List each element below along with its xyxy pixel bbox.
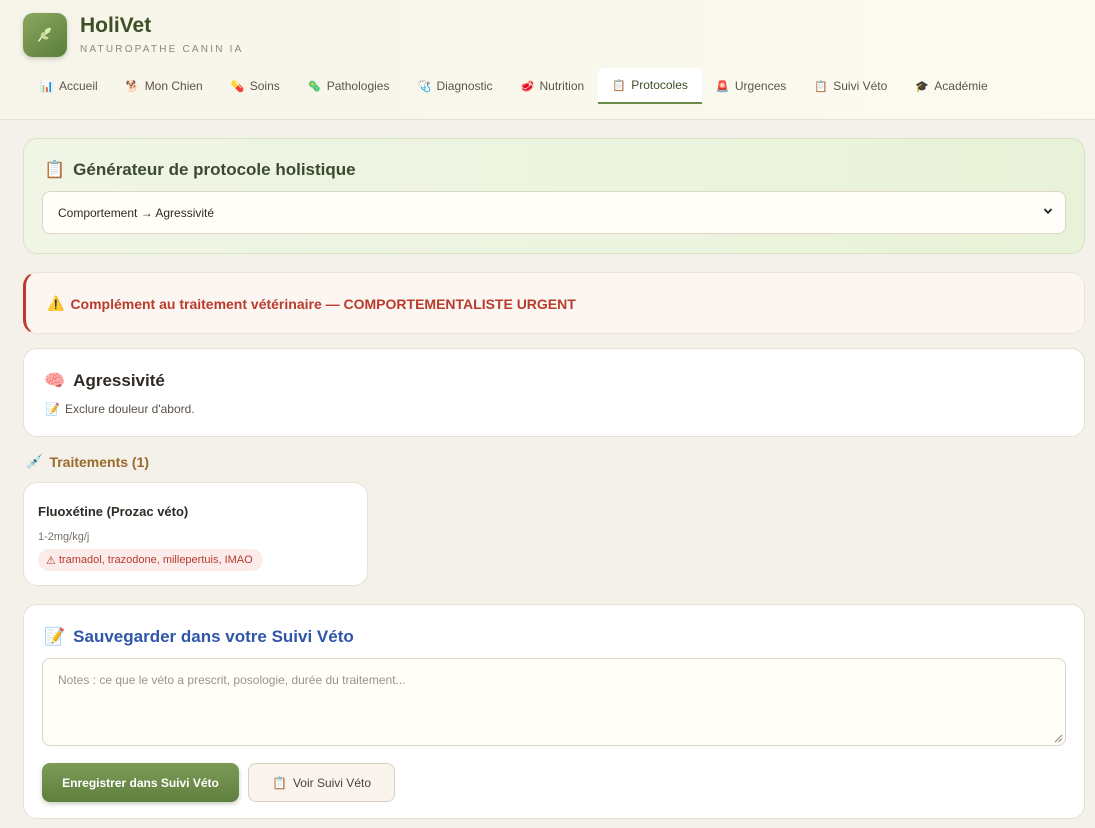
main-nav: 📊 Accueil 🐕 Mon Chien 💊 Soins 🦠 Patholog… xyxy=(26,68,1002,104)
save-suivi-card: 📝 Sauvegarder dans votre Suivi Véto Note… xyxy=(23,604,1085,819)
leaf-icon xyxy=(37,27,51,42)
stethoscope-icon: 🩺 xyxy=(417,79,432,93)
generator-title-text: Générateur de protocole holistique xyxy=(73,160,356,179)
tab-suivi-veto[interactable]: 📋 Suivi Véto xyxy=(800,68,901,104)
tab-accueil[interactable]: 📊 Accueil xyxy=(26,68,112,104)
clipboard-icon: 📋 xyxy=(814,79,828,93)
warning-icon: ⚠️ xyxy=(47,296,65,312)
dog-icon: 🐕 xyxy=(125,79,140,93)
save-suivi-button[interactable]: Enregistrer dans Suivi Véto xyxy=(42,763,239,802)
tab-label: Suivi Véto xyxy=(833,79,888,93)
app-logo[interactable] xyxy=(23,13,67,57)
vet-warning-banner: ⚠️ Complément au traitement vétérinaire … xyxy=(23,272,1085,334)
clipboard-icon: 📋 xyxy=(44,160,66,180)
clipboard-icon: 📋 xyxy=(272,775,287,790)
siren-icon: 🚨 xyxy=(715,79,730,93)
meat-icon: 🥩 xyxy=(520,79,535,93)
tab-label: Nutrition xyxy=(539,79,585,93)
pill-icon: 💊 xyxy=(230,79,245,93)
pathology-title: 🧠 Agressivité xyxy=(44,371,165,391)
tab-label: Diagnostic xyxy=(436,79,493,93)
save-title: 📝 Sauvegarder dans votre Suivi Véto xyxy=(44,627,354,647)
notes-placeholder: Notes : ce que le véto a prescrit, posol… xyxy=(58,673,406,687)
syringe-icon: 💉 xyxy=(26,454,44,470)
tab-nutrition[interactable]: 🥩 Nutrition xyxy=(507,68,599,104)
tab-soins[interactable]: 💊 Soins xyxy=(217,68,294,104)
save-title-text: Sauvegarder dans votre Suivi Véto xyxy=(73,627,354,646)
protocol-select-value: Comportement → Agressivité xyxy=(58,205,215,220)
app-header: HoliVet NATUROPATHE CANIN IA 📊 Accueil 🐕… xyxy=(0,0,1095,120)
chart-icon: 📊 xyxy=(40,79,54,93)
pathology-note-text: Exclure douleur d'abord. xyxy=(64,402,195,416)
treatments-heading-text: Traitements (1) xyxy=(49,454,150,470)
treatments-heading: 💉 Traitements (1) xyxy=(26,454,149,470)
tab-mon-chien[interactable]: 🐕 Mon Chien xyxy=(112,68,217,104)
app-title: HoliVet xyxy=(80,14,152,37)
tab-label: Accueil xyxy=(59,79,98,93)
interaction-text: tramadol, trazodone, millepertuis, IMAO xyxy=(58,554,253,566)
tab-label: Urgences xyxy=(734,79,787,93)
tab-label: Protocoles xyxy=(631,78,688,92)
warning-text: Complément au traitement vétérinaire — C… xyxy=(70,296,576,312)
tab-pathologies[interactable]: 🦠 Pathologies xyxy=(294,68,404,104)
pathology-title-text: Agressivité xyxy=(73,371,165,390)
treatment-dose: 1-2mg/kg/j xyxy=(38,531,90,543)
chevron-down-icon xyxy=(1043,208,1053,215)
tab-label: Soins xyxy=(249,79,280,93)
tab-label: Académie xyxy=(934,79,988,93)
notes-textarea[interactable]: Notes : ce que le véto a prescrit, posol… xyxy=(42,658,1066,746)
graduation-cap-icon: 🎓 xyxy=(915,79,929,93)
treatment-card: Fluoxétine (Prozac véto) 1-2mg/kg/j ⚠ tr… xyxy=(23,482,368,586)
view-suivi-label: Voir Suivi Véto xyxy=(292,775,371,790)
treatment-name: Fluoxétine (Prozac véto) xyxy=(38,504,189,519)
clipboard-icon: 📋 xyxy=(612,78,626,92)
tab-label: Pathologies xyxy=(326,79,390,93)
protocol-generator-card: 📋 Générateur de protocole holistique Com… xyxy=(23,138,1085,254)
tab-label: Mon Chien xyxy=(144,79,203,93)
interaction-badge: ⚠ tramadol, trazodone, millepertuis, IMA… xyxy=(38,549,263,571)
pathology-note: 📝 Exclure douleur d'abord. xyxy=(45,402,195,416)
warning-message: ⚠️ Complément au traitement vétérinaire … xyxy=(47,296,576,312)
tab-diagnostic[interactable]: 🩺 Diagnostic xyxy=(403,68,506,104)
microbe-icon: 🦠 xyxy=(307,79,322,93)
pathology-card: 🧠 Agressivité 📝 Exclure douleur d'abord. xyxy=(23,348,1085,437)
warning-icon: ⚠ xyxy=(46,553,56,567)
generator-title: 📋 Générateur de protocole holistique xyxy=(44,160,356,180)
tab-academie[interactable]: 🎓 Académie xyxy=(901,68,1001,104)
brain-icon: 🧠 xyxy=(44,371,66,391)
resize-handle-icon[interactable] xyxy=(1054,734,1063,743)
tab-urgences[interactable]: 🚨 Urgences xyxy=(702,68,800,104)
app-subtitle: NATUROPATHE CANIN IA xyxy=(80,44,244,55)
memo-icon: 📝 xyxy=(45,402,60,416)
view-suivi-button[interactable]: 📋 Voir Suivi Véto xyxy=(248,763,395,802)
protocol-select[interactable]: Comportement → Agressivité xyxy=(42,191,1066,234)
memo-icon: 📝 xyxy=(44,627,66,647)
tab-protocoles[interactable]: 📋 Protocoles xyxy=(598,68,702,104)
